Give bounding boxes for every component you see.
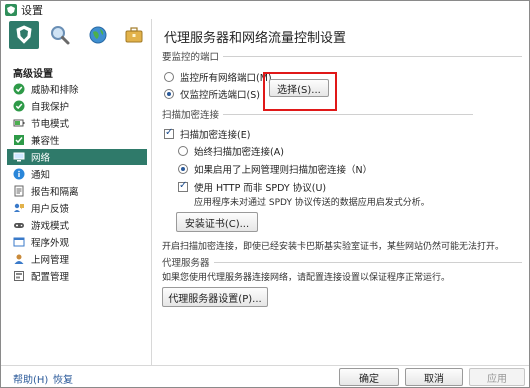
scan-encrypted-checkbox[interactable]: 扫描加密连接(E) (164, 127, 250, 141)
sidebar-item-label: 程序外观 (31, 238, 70, 249)
sidebar-item-feedback[interactable]: 用户反馈 (7, 200, 147, 216)
sidebar-item-label: 节电模式 (31, 119, 70, 130)
shield-icon (16, 25, 32, 44)
checkbox-indicator (178, 180, 188, 192)
sidebar-item-label: 通知 (31, 170, 51, 181)
network-icon (13, 151, 25, 163)
use-http-checkbox[interactable]: 使用 HTTP 而非 SPDY 协议(U) (178, 180, 326, 194)
app-logo-icon (5, 4, 17, 16)
appearance-icon (13, 236, 25, 248)
network-settings-panel: 代理服务器和网络流量控制设置 要监控的端口 监控所有网络端口(M) 仅监控所选端… (152, 19, 529, 365)
certificate-note: 开启扫描加密连接，即使已经安装卡巴斯基实验室证书，某些网站仍然可能无法打开。 (162, 242, 505, 252)
radio-indicator (164, 72, 174, 82)
help-link[interactable]: 帮助(H) (13, 371, 48, 386)
settings-window: 设置 高级设置 威胁和排除 自我保护 节电模式 兼容性 网络 通知 报告和隔离 … (0, 0, 530, 388)
config-icon (13, 270, 25, 282)
sidebar-item-label: 兼容性 (31, 136, 60, 147)
proxy-settings-button[interactable]: 代理服务器设置(P)... (162, 287, 268, 307)
checkbox-indicator (164, 127, 174, 139)
tools-tab[interactable] (119, 21, 149, 49)
sidebar-item-label: 威胁和排除 (31, 85, 79, 96)
radio-label: 始终扫描加密连接(A) (194, 147, 284, 158)
footer-bar: 帮助(H) 恢复 确定 取消 应用 (1, 365, 529, 387)
sidebar-group-title: 高级设置 (13, 69, 53, 80)
update-tab[interactable] (83, 21, 113, 49)
sidebar-item-threats[interactable]: 威胁和排除 (7, 81, 147, 97)
sidebar-item-label: 网络 (31, 153, 51, 164)
sidebar-item-power-saving[interactable]: 节电模式 (7, 115, 147, 131)
scan-if-parental-radio[interactable]: 如果启用了上网管理则扫描加密连接（N） (178, 162, 372, 176)
radio-indicator (164, 89, 174, 99)
sidebar-item-appearance[interactable]: 程序外观 (7, 234, 147, 250)
settings-toolbar (1, 19, 151, 51)
sidebar-item-network[interactable]: 网络 (7, 149, 147, 165)
section-divider (223, 113, 474, 115)
scan-section-label: 扫描加密连接 (162, 110, 220, 121)
search-icon (51, 26, 70, 45)
spdy-note: 应用程序未对通过 SPDY 协议传送的数据应用启发式分析。 (194, 198, 430, 208)
feedback-icon (13, 202, 25, 214)
info-icon (13, 168, 25, 180)
radio-label: 监控所有网络端口(M) (180, 73, 272, 84)
select-ports-button[interactable]: 选择(S)... (269, 79, 329, 97)
user-icon (13, 253, 25, 265)
sidebar-item-label: 自我保护 (31, 102, 70, 113)
check-circle-icon (13, 100, 25, 112)
sidebar-item-self-defense[interactable]: 自我保护 (7, 98, 147, 114)
ports-section-header: 要监控的端口 (162, 49, 522, 63)
monitor-all-ports-radio[interactable]: 监控所有网络端口(M) (164, 70, 272, 84)
radio-label: 如果启用了上网管理则扫描加密连接（N） (194, 165, 373, 176)
gamepad-icon (13, 219, 25, 231)
protection-tab[interactable] (9, 21, 39, 49)
sidebar-item-label: 报告和隔离 (31, 187, 79, 198)
proxy-section-label: 代理服务器 (162, 258, 210, 269)
page-title: 代理服务器和网络流量控制设置 (164, 31, 347, 46)
scan-section-header: 扫描加密连接 (162, 107, 522, 121)
sidebar-item-compatibility[interactable]: 兼容性 (7, 132, 147, 148)
sidebar-item-config[interactable]: 配置管理 (7, 268, 147, 284)
section-divider (223, 55, 522, 57)
title-bar: 设置 (1, 1, 529, 19)
sidebar-item-game-mode[interactable]: 游戏模式 (7, 217, 147, 233)
battery-icon (13, 117, 25, 129)
radio-indicator (178, 146, 188, 156)
sidebar-item-label: 配置管理 (31, 272, 70, 283)
always-scan-radio[interactable]: 始终扫描加密连接(A) (178, 144, 284, 158)
checkbox-label: 扫描加密连接(E) (180, 130, 251, 141)
window-title: 设置 (21, 4, 43, 17)
install-certificate-button[interactable]: 安装证书(C)... (176, 212, 258, 232)
sidebar-item-label: 上网管理 (31, 255, 70, 266)
proxy-note: 如果您使用代理服务器连接网络，请配置连接设置以保证程序正常运行。 (162, 273, 451, 283)
radio-label: 仅监控所选端口(S) (180, 90, 260, 101)
sidebar-item-label: 用户反馈 (31, 204, 70, 215)
apply-button[interactable]: 应用 (469, 368, 525, 386)
proxy-section-header: 代理服务器 (162, 255, 522, 269)
checkbox-label: 使用 HTTP 而非 SPDY 协议(U) (194, 183, 327, 194)
cancel-button[interactable]: 取消 (405, 368, 463, 386)
sidebar-item-label: 游戏模式 (31, 221, 70, 232)
section-divider (213, 261, 522, 263)
globe-icon (89, 26, 107, 44)
sidebar-item-notifications[interactable]: 通知 (7, 166, 147, 182)
restore-link[interactable]: 恢复 (53, 371, 73, 386)
sidebar-item-parental[interactable]: 上网管理 (7, 251, 147, 267)
scan-tab[interactable] (45, 21, 75, 49)
radio-indicator (178, 164, 188, 174)
settings-sidebar: 高级设置 威胁和排除 自我保护 节电模式 兼容性 网络 通知 报告和隔离 用户反… (1, 53, 151, 365)
ok-button[interactable]: 确定 (339, 368, 399, 386)
monitor-selected-ports-radio[interactable]: 仅监控所选端口(S) (164, 87, 260, 101)
checkbox-icon (13, 134, 25, 146)
sidebar-item-reports[interactable]: 报告和隔离 (7, 183, 147, 199)
ports-section-label: 要监控的端口 (162, 52, 220, 63)
report-icon (13, 185, 25, 197)
briefcase-icon (125, 27, 143, 43)
check-circle-icon (13, 83, 25, 95)
